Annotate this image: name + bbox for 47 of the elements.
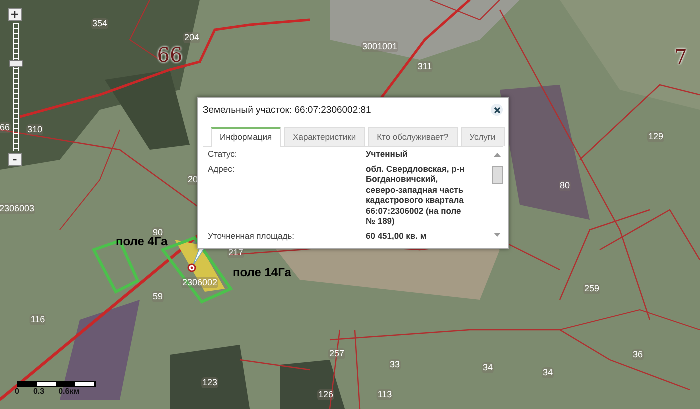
scroll-down-icon[interactable] [494,233,501,237]
scroll-up-icon[interactable] [494,153,501,157]
tab[interactable]: Услуги [460,127,505,146]
parcel-number: 126 [317,390,335,400]
scrollbar-thumb[interactable] [492,166,503,184]
district-number: 66 [156,44,184,66]
parcel-number: 310 [26,124,44,136]
parcel-number: 66 [0,122,11,134]
district-number: 7 [674,46,688,68]
parcel-number: 36 [632,350,644,360]
parcel-number: 34 [542,368,554,378]
parcel-number: 59 [152,292,164,302]
scale-label: 0.6км [58,387,80,396]
field-label: Уточненная площадь: [208,230,296,241]
parcel-number: 33 [389,360,401,370]
parcel-number: 34 [482,362,494,374]
field-value: Учтенный [366,149,409,160]
field-value: обл. Свердловская, р-н Богдановичский, северо-западная часть кадастрового квартала 66:07:2306002 (на поле № 189) [366,164,466,226]
tab[interactable]: Кто обслуживает? [368,127,458,146]
parcel-number: 2306002 [181,278,219,288]
zoom-in-button[interactable]: + [8,8,22,21]
parcel-number: 113 [376,390,394,400]
field-label: Статус: [208,149,238,160]
parcel-number: 257 [328,348,346,360]
parcel-number: 354 [91,18,109,30]
close-icon[interactable] [491,104,503,116]
parcel-number: 259 [583,284,601,294]
location-marker-icon [188,264,196,272]
field-label: Адрес: [208,164,236,176]
parcel-number: 2306003 [0,204,36,214]
scale-label: 0 [15,387,20,396]
zoom-out-button[interactable]: - [8,153,22,166]
parcel-number: 80 [559,180,571,192]
parcel-number: 90 [152,228,164,238]
parcel-number: 204 [183,32,201,44]
popup-title: Земельный участок: 66:07:2306002:81 [203,104,372,116]
parcel-number: 129 [647,132,665,142]
parcel-number: 3001001 [361,42,399,52]
field-value: 60 451,00 кв. м [366,230,428,241]
parcel-number: 116 [30,314,46,326]
tab[interactable]: Характеристики [284,127,366,146]
tab[interactable]: Информация [211,127,282,147]
parcel-number: 311 [416,62,434,72]
parcel-number: 123 [201,378,219,388]
scale-label: 0.3 [33,387,45,396]
field-annotation: поле 14Га [232,268,292,278]
field-annotation: поле 4Га [115,236,169,248]
